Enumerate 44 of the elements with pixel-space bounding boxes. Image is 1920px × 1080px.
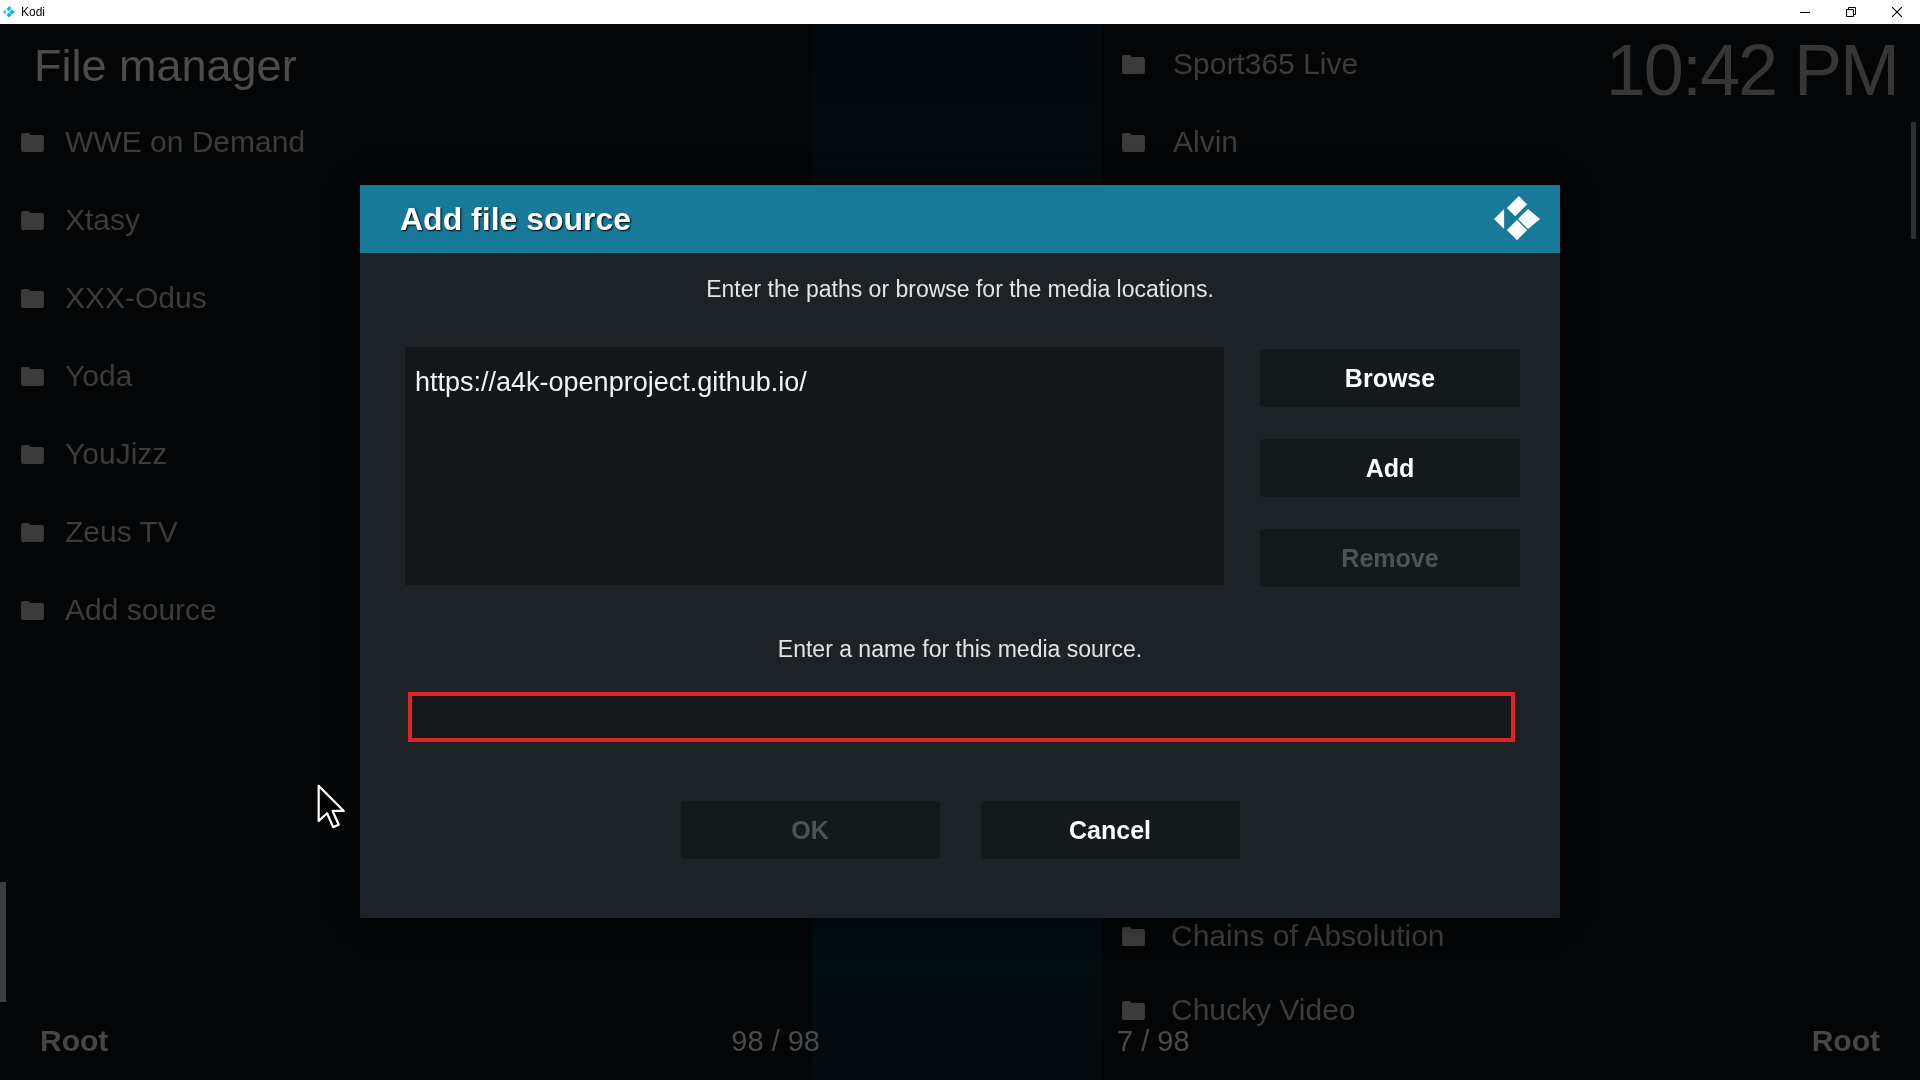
scrollbar[interactable] [1911,122,1916,239]
paths-prompt: Enter the paths or browse for the media locations. [706,275,1214,303]
folder-icon [1122,54,1145,74]
dialog-title: Add file source [400,200,632,238]
folder-icon [21,210,44,230]
folder-item[interactable]: WWE on Demand [21,127,306,157]
name-prompt: Enter a name for this media source. [777,635,1143,663]
folder-item[interactable]: Sport365 Live [1122,49,1359,79]
minimize-icon [1800,11,1810,13]
folder-icon [21,288,44,308]
folder-icon [1122,1000,1145,1020]
window-title: Kodi [21,4,46,20]
folder-icon [1122,132,1145,152]
folder-item[interactable]: Alvin [1122,127,1239,157]
mouse-pointer-icon [317,784,346,829]
path-item[interactable]: https://a4k-openproject.github.io/ [415,366,807,398]
close-icon [1892,7,1902,17]
dialog-button[interactable]: Add [1260,439,1520,497]
folder-item[interactable]: Yoda [21,361,133,391]
scrollbar[interactable] [0,882,6,1002]
dialog-button[interactable]: Cancel [980,801,1240,859]
folder-item[interactable]: Xtasy [21,205,141,235]
folder-item[interactable]: Chucky Video [1122,995,1356,1025]
folder-icon [21,366,44,386]
logo-icon [1494,196,1540,242]
folder-icon [21,522,44,542]
footer-label: Root [40,1026,109,1056]
folder-item[interactable]: Chains of Absolution [1122,921,1445,951]
item-count: 7 / 98 [1117,1026,1190,1056]
folder-icon [1122,926,1145,946]
name-input-field[interactable] [408,692,1515,742]
page-title: File manager [34,43,297,88]
folder-icon [21,132,44,152]
folder-item[interactable]: XXX-Odus [21,283,207,313]
app-logo-icon [3,6,15,18]
item-count: 98 / 98 [731,1026,820,1056]
folder-item[interactable]: YouJizz [21,439,168,469]
folder-item[interactable]: Add source [21,595,217,625]
folder-icon [21,444,44,464]
dialog-button[interactable]: Browse [1260,349,1520,407]
footer-label: Root [1811,1026,1880,1056]
restore-icon [1846,7,1856,17]
folder-icon [21,600,44,620]
folder-item[interactable]: Zeus TV [21,517,178,547]
